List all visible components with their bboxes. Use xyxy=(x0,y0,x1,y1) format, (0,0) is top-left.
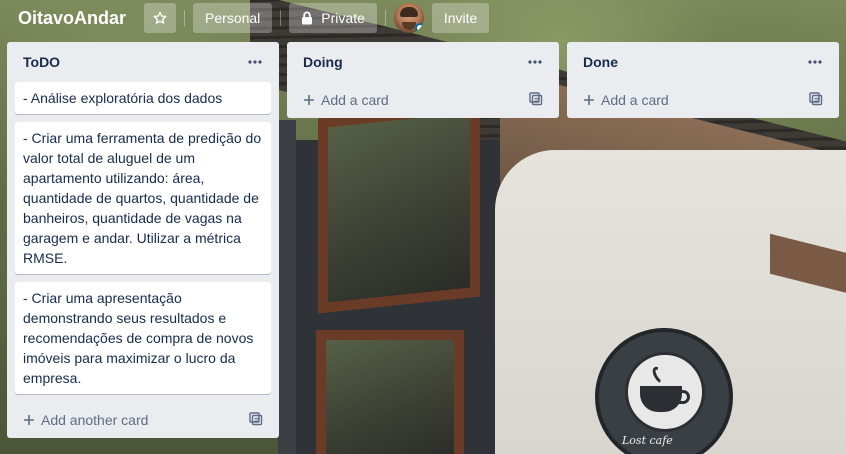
list-header: Done xyxy=(575,42,831,82)
background-window-lower xyxy=(316,330,464,454)
list-header: ToDO xyxy=(15,42,271,82)
add-card-button[interactable]: Add a card xyxy=(303,92,389,108)
star-button[interactable] xyxy=(144,3,177,33)
card[interactable]: - Criar uma ferramenta de predição do va… xyxy=(15,122,271,274)
plus-icon xyxy=(583,94,595,106)
background-window-upper xyxy=(318,101,480,314)
list-header: Doing xyxy=(295,42,551,82)
more-options-icon[interactable] xyxy=(803,50,827,74)
more-options-icon[interactable] xyxy=(243,50,267,74)
add-card-row: Add a card xyxy=(575,82,831,118)
team-visibility-button[interactable]: Personal xyxy=(193,3,273,33)
admin-badge-icon xyxy=(414,23,424,33)
add-card-button[interactable]: Add another card xyxy=(23,412,148,428)
add-card-button[interactable]: Add a card xyxy=(583,92,669,108)
card[interactable]: - Criar uma apresentação demonstrando se… xyxy=(15,282,271,394)
plus-icon xyxy=(303,94,315,106)
more-options-icon[interactable] xyxy=(523,50,547,74)
board-header: OitavoAndar Personal Private Invite xyxy=(0,0,846,36)
card-template-icon[interactable] xyxy=(529,91,543,109)
member-avatar[interactable] xyxy=(393,3,424,33)
add-card-label: Add a card xyxy=(601,92,669,108)
header-separator xyxy=(184,10,186,26)
card-template-icon[interactable] xyxy=(249,411,263,429)
card-template-icon[interactable] xyxy=(809,91,823,109)
list-title[interactable]: Done xyxy=(583,54,618,70)
team-label: Personal xyxy=(205,10,261,26)
plus-icon xyxy=(23,414,35,426)
add-card-label: Add another card xyxy=(41,412,149,428)
lock-icon xyxy=(301,11,313,25)
list-doing: Doing Add a card xyxy=(287,42,559,118)
invite-button[interactable]: Invite xyxy=(431,3,490,33)
privacy-label: Private xyxy=(321,10,365,26)
list-title[interactable]: ToDO xyxy=(23,54,60,70)
board-title[interactable]: OitavoAndar xyxy=(10,2,134,34)
add-card-row: Add another card xyxy=(15,402,271,438)
privacy-button[interactable]: Private xyxy=(289,3,377,33)
header-separator xyxy=(384,10,386,26)
header-separator xyxy=(280,10,282,26)
card[interactable]: - Análise exploratória dos dados xyxy=(15,82,271,114)
list-todo: ToDO - Análise exploratória dos dados - … xyxy=(7,42,279,438)
list-title[interactable]: Doing xyxy=(303,54,343,70)
star-icon xyxy=(152,10,168,26)
add-card-row: Add a card xyxy=(295,82,551,118)
list-done: Done Add a card xyxy=(567,42,839,118)
background-pillar xyxy=(278,120,296,454)
add-card-label: Add a card xyxy=(321,92,389,108)
invite-label: Invite xyxy=(443,10,478,26)
cafe-sign-text: Lost cafe xyxy=(622,434,673,447)
